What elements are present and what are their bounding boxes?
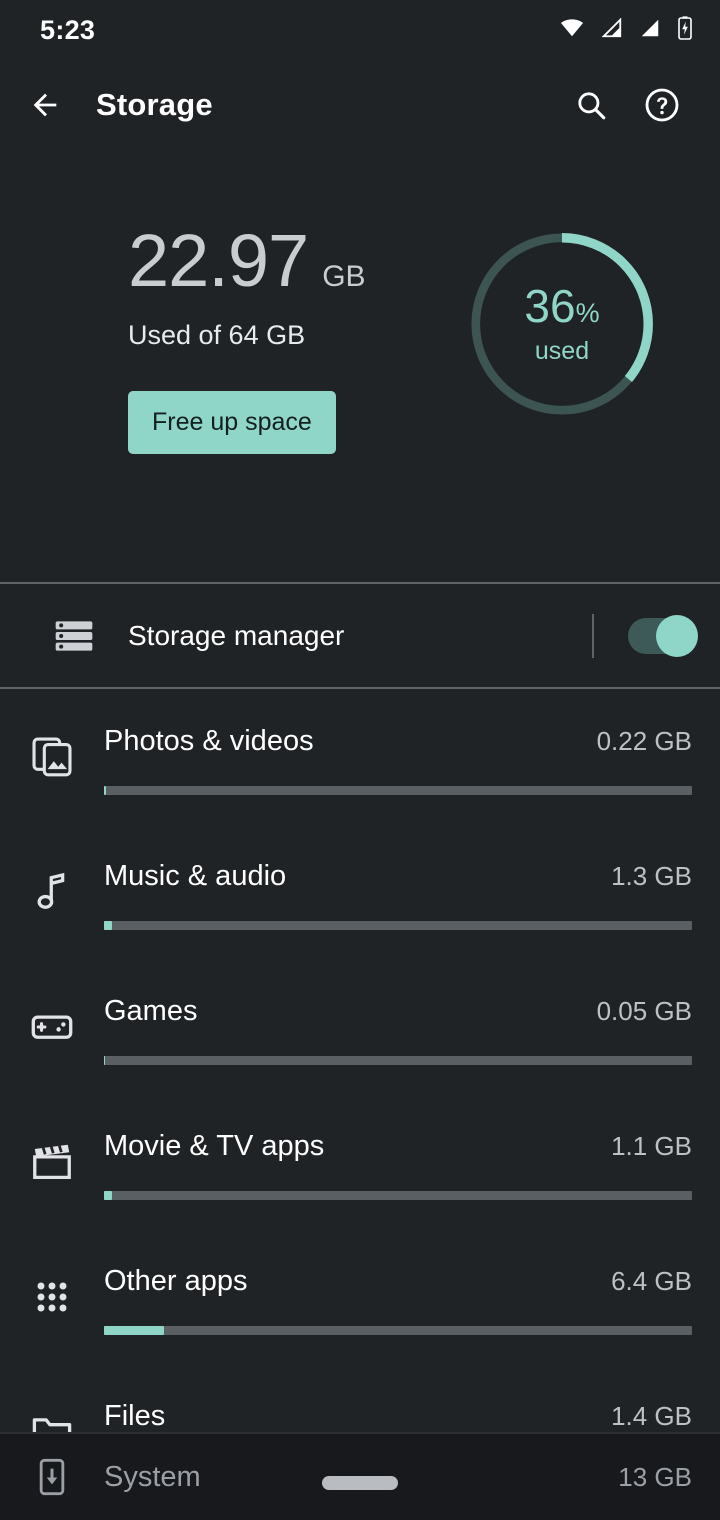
storage-manager-row[interactable]: Storage manager (0, 584, 720, 687)
movie-icon (0, 1094, 104, 1229)
storage-manager-toggle[interactable] (628, 614, 698, 657)
category-usage-fill (104, 921, 112, 930)
category-header: Movie & TV apps 1.1 GB (104, 1130, 692, 1163)
photos-icon (0, 689, 104, 824)
battery-charging-icon (676, 15, 694, 45)
free-up-space-button[interactable]: Free up space (128, 391, 336, 454)
category-size: 1.1 GB (611, 1131, 692, 1161)
gauge-percent: 36% (524, 283, 599, 329)
category-name: Files (104, 1400, 166, 1432)
system-update-icon (0, 1457, 104, 1497)
storage-category-row[interactable]: Games 0.05 GB (0, 959, 720, 1094)
category-header: Photos & videos 0.22 GB (104, 725, 692, 758)
help-icon[interactable] (644, 87, 680, 123)
status-clock: 5:23 (40, 14, 96, 45)
storage-category-row[interactable]: Movie & TV apps 1.1 GB (0, 1094, 720, 1229)
category-body: Other apps 6.4 GB (104, 1229, 720, 1364)
used-of-label: Used of 64 GB (128, 320, 306, 350)
storage-category-list: Photos & videos 0.22 GB Music & audio 1.3 G… (0, 689, 720, 1499)
app-bar-actions (574, 87, 680, 123)
category-usage-bar (104, 1191, 692, 1200)
status-icons (558, 15, 694, 45)
category-usage-fill (104, 1326, 164, 1335)
category-usage-fill (104, 1056, 106, 1065)
storage-summary: 22.97 GB Used of 64 GB Free up space 36%… (0, 150, 720, 582)
system-size: 13 GB (618, 1461, 692, 1492)
category-body: Music & audio 1.3 GB (104, 824, 720, 959)
arrow-back-icon[interactable] (28, 88, 62, 122)
category-size: 1.3 GB (611, 861, 692, 891)
category-usage-bar (104, 1056, 692, 1065)
category-usage-bar (104, 921, 692, 930)
category-header: Games 0.05 GB (104, 995, 692, 1028)
category-usage-fill (104, 786, 107, 795)
gauge-percent-sign: % (575, 297, 600, 328)
games-icon (0, 959, 104, 1094)
toggle-knob (656, 614, 698, 657)
signal-2-icon (638, 17, 662, 44)
category-body: Movie & TV apps 1.1 GB (104, 1094, 720, 1229)
category-usage-bar (104, 1326, 692, 1335)
category-header: Other apps 6.4 GB (104, 1265, 692, 1298)
category-size: 1.4 GB (611, 1401, 692, 1431)
category-name: Games (104, 995, 198, 1027)
storage-settings-screen: 5:23 Storage 22.97 GB Used of 64 GB Free… (0, 0, 720, 1520)
category-name: Music & audio (104, 860, 287, 892)
storage-list-icon (22, 614, 126, 658)
wifi-icon (558, 17, 586, 44)
used-unit: GB (322, 260, 366, 293)
row-divider (592, 613, 594, 658)
category-name: Other apps (104, 1265, 248, 1297)
storage-manager-label: Storage manager (128, 619, 345, 651)
category-body: Photos & videos 0.22 GB (104, 689, 720, 824)
category-size: 0.22 GB (596, 726, 692, 756)
category-size: 6.4 GB (611, 1266, 692, 1296)
used-amount: 22.97 GB (128, 224, 464, 298)
app-bar: Storage (0, 60, 720, 150)
category-usage-bar (104, 786, 692, 795)
category-header: Music & audio 1.3 GB (104, 860, 692, 893)
apps-grid-icon (0, 1229, 104, 1364)
search-icon[interactable] (574, 88, 608, 122)
category-header: Files 1.4 GB (104, 1400, 692, 1433)
music-icon (0, 824, 104, 959)
summary-text-block: 22.97 GB Used of 64 GB Free up space (36, 212, 464, 454)
category-usage-fill (104, 1191, 112, 1200)
category-body: Games 0.05 GB (104, 959, 720, 1094)
storage-category-row[interactable]: Photos & videos 0.22 GB (0, 689, 720, 824)
category-name: Photos & videos (104, 725, 314, 757)
page-title: Storage (96, 87, 213, 122)
category-name: Movie & TV apps (104, 1130, 325, 1162)
storage-usage-gauge: 36% used (464, 226, 660, 422)
category-size: 0.05 GB (596, 996, 692, 1026)
gesture-nav-pill[interactable] (322, 1476, 398, 1490)
gauge-caption: used (534, 336, 590, 365)
storage-category-row[interactable]: Music & audio 1.3 GB (0, 824, 720, 959)
signal-1-icon (600, 17, 624, 44)
status-bar: 5:23 (0, 0, 720, 60)
storage-category-row[interactable]: Other apps 6.4 GB (0, 1229, 720, 1364)
system-row[interactable]: System 13 GB (0, 1432, 720, 1520)
gauge-center-label: 36% used (464, 226, 660, 422)
gauge-percent-value: 36 (524, 279, 576, 332)
used-value: 22.97 (128, 219, 309, 302)
